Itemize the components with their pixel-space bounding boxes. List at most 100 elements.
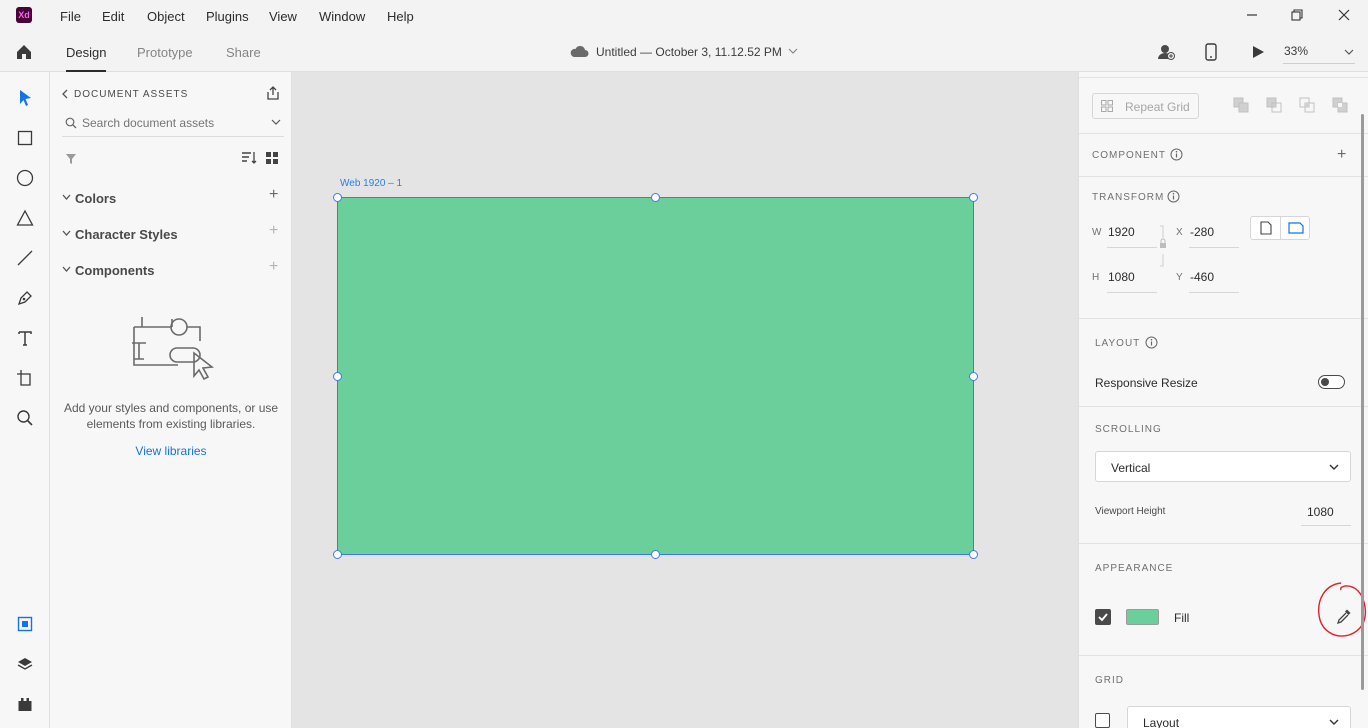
view-libraries-link[interactable]: View libraries [60,444,282,458]
portrait-icon[interactable] [1260,221,1272,235]
resize-handle-right[interactable] [969,372,978,381]
artboard-tool[interactable] [13,366,37,390]
add-character-style-button[interactable]: + [269,222,278,240]
menu-window[interactable]: Window [319,9,365,24]
search-assets-input[interactable] [82,114,257,132]
fill-checkbox[interactable] [1095,609,1111,625]
chevron-down-icon[interactable] [788,47,798,55]
inspector-scrollbar[interactable] [1361,114,1364,690]
fill-color-swatch[interactable] [1126,609,1159,625]
scrolling-select-value: Vertical [1111,461,1151,475]
x-input[interactable]: -280 [1190,225,1214,239]
resize-handle-bottom[interactable] [651,550,660,559]
chevron-down-icon [1329,464,1339,470]
share-export-icon[interactable] [265,85,281,101]
tab-prototype[interactable]: Prototype [137,45,193,60]
width-input[interactable]: 1920 [1108,225,1135,239]
line-icon [17,250,33,266]
design-canvas[interactable]: Web 1920 – 1 [292,72,1078,728]
text-tool[interactable] [13,326,37,350]
menu-view[interactable]: View [269,9,297,24]
add-component-button[interactable]: + [269,258,278,276]
boolean-subtract-icon[interactable] [1266,97,1282,113]
sort-icon[interactable] [241,151,257,165]
repeat-grid-label: Repeat Grid [1125,100,1190,114]
document-title[interactable]: Untitled — October 3, 11.12.52 PM [596,45,782,59]
line-tool[interactable] [13,246,37,270]
resize-handle-bottom-left[interactable] [333,550,342,559]
boolean-add-icon[interactable] [1233,97,1249,113]
chevron-down-icon[interactable] [271,118,281,126]
divider [1079,133,1368,134]
grid-checkbox[interactable] [1095,713,1110,728]
artboard-label[interactable]: Web 1920 – 1 [340,178,402,189]
section-components[interactable]: Components [75,263,154,278]
repeat-grid-button[interactable]: Repeat Grid [1092,93,1199,119]
height-input[interactable]: 1080 [1108,270,1135,284]
menu-plugins[interactable]: Plugins [206,9,249,24]
play-preview-icon[interactable] [1250,44,1266,60]
resize-handle-top-left[interactable] [333,193,342,202]
home-icon[interactable] [15,43,33,61]
resize-handle-left[interactable] [333,372,342,381]
minimize-icon[interactable] [1243,6,1261,24]
add-color-button[interactable]: + [269,186,278,204]
zoom-level[interactable]: 33% [1284,44,1308,58]
device-preview-icon[interactable] [1204,43,1218,61]
boolean-intersect-icon[interactable] [1299,97,1315,113]
close-icon[interactable] [1335,6,1353,24]
resize-handle-bottom-right[interactable] [969,550,978,559]
info-icon[interactable] [1145,336,1158,349]
menu-file[interactable]: File [60,9,81,24]
menu-bar: Xd File Edit Object Plugins View Window … [0,0,1368,32]
rectangle-tool[interactable] [13,126,37,150]
lock-aspect-icon[interactable] [1158,224,1168,268]
pen-tool[interactable] [13,286,37,310]
menu-help[interactable]: Help [387,9,414,24]
grid-type-select[interactable]: Layout [1127,706,1351,728]
height-label: H [1092,272,1100,283]
section-character-styles[interactable]: Character Styles [75,227,178,242]
back-chevron-icon[interactable] [61,89,69,99]
tab-design[interactable]: Design [66,45,106,60]
scrolling-heading: SCROLLING [1095,424,1162,435]
x-label: X [1176,227,1183,238]
artboard-web-1920[interactable] [337,197,974,555]
section-colors[interactable]: Colors [75,191,116,206]
chevron-down-icon[interactable] [62,229,71,237]
polygon-tool[interactable] [13,206,37,230]
landscape-icon[interactable] [1288,222,1304,234]
restore-icon[interactable] [1288,6,1306,24]
invite-user-icon[interactable] [1156,42,1176,62]
scrolling-select[interactable]: Vertical [1095,451,1351,482]
select-arrow-icon [20,90,31,106]
menu-object[interactable]: Object [147,9,185,24]
y-input[interactable]: -460 [1190,270,1214,284]
grid-view-icon[interactable] [266,152,278,164]
select-tool[interactable] [13,86,37,110]
viewport-height-input[interactable]: 1080 [1307,505,1334,519]
layers-panel-toggle[interactable] [13,652,37,676]
info-icon[interactable] [1167,190,1180,203]
resize-handle-top[interactable] [651,193,660,202]
divider [1079,655,1368,656]
filter-icon[interactable] [65,153,77,165]
tab-share[interactable]: Share [226,45,261,60]
cloud-icon [570,45,589,57]
boolean-exclude-icon[interactable] [1332,97,1348,113]
responsive-resize-toggle[interactable] [1318,375,1345,389]
ellipse-tool[interactable] [13,166,37,190]
layout-heading: LAYOUT [1095,338,1141,349]
assets-panel-toggle[interactable] [13,612,37,636]
chevron-down-icon[interactable] [62,193,71,201]
add-component-button[interactable]: + [1337,146,1346,164]
info-icon[interactable] [1170,148,1183,161]
search-underline [62,136,284,137]
zoom-tool[interactable] [13,406,37,430]
orientation-divider [1280,217,1281,239]
zoom-chevron-down-icon[interactable] [1344,48,1354,56]
chevron-down-icon[interactable] [62,265,71,273]
resize-handle-top-right[interactable] [969,193,978,202]
menu-edit[interactable]: Edit [102,9,124,24]
plugins-panel-toggle[interactable] [13,692,37,716]
